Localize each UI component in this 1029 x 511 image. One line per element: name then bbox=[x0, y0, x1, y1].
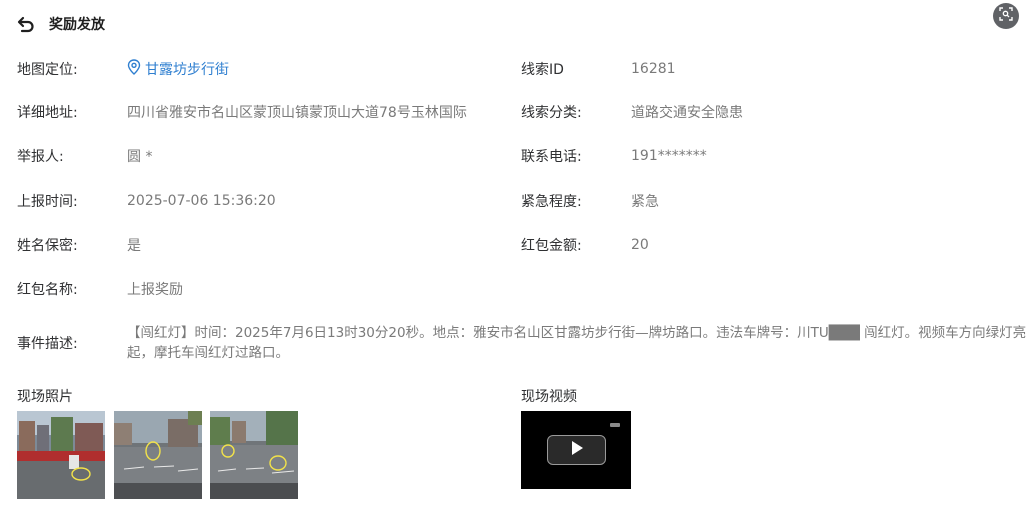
play-button[interactable] bbox=[547, 435, 606, 465]
field-clue-id: 线索ID 16281 bbox=[521, 59, 676, 79]
field-phone: 联系电话: 191******* bbox=[521, 146, 707, 166]
redpacket-name-value: 上报奖励 bbox=[127, 282, 183, 298]
field-event-description: 事件描述: 【闯红灯】时间：2025年7月6日13时30分20秒。地点：雅安市名… bbox=[17, 323, 1027, 363]
scene-photo-3[interactable] bbox=[210, 411, 298, 499]
urgency-value: 紧急 bbox=[631, 194, 659, 210]
field-label: 联系电话: bbox=[521, 149, 582, 165]
phone-value: 191******* bbox=[631, 148, 707, 164]
field-label: 红包名称: bbox=[17, 282, 78, 298]
field-detail-address: 详细地址: 四川省雅安市名山区蒙顶山镇蒙顶山大道78号玉林国际 bbox=[17, 102, 467, 122]
scene-video[interactable] bbox=[521, 411, 631, 489]
event-description-text: 【闯红灯】时间：2025年7月6日13时30分20秒。地点：雅安市名山区甘露坊步… bbox=[127, 325, 1027, 361]
page-title: 奖励发放 bbox=[49, 17, 105, 33]
map-location-link[interactable]: 甘露坊步行街 bbox=[127, 59, 229, 79]
page-header: 奖励发放 bbox=[17, 14, 105, 34]
reporter-value: 圆 * bbox=[127, 149, 153, 165]
field-label: 事件描述: bbox=[17, 336, 78, 352]
field-label: 姓名保密: bbox=[17, 238, 78, 254]
video-indicator bbox=[610, 423, 620, 427]
redpacket-amount-value: 20 bbox=[631, 237, 649, 253]
clue-category-value: 道路交通安全隐患 bbox=[631, 105, 743, 121]
photos-section-title: 现场照片 bbox=[17, 389, 73, 405]
map-location-text: 甘露坊步行街 bbox=[145, 62, 229, 78]
field-report-time: 上报时间: 2025-07-06 15:36:20 bbox=[17, 191, 276, 211]
field-map-location: 地图定位: 甘露坊步行街 bbox=[17, 59, 229, 79]
field-label: 线索ID bbox=[521, 62, 564, 78]
report-time-value: 2025-07-06 15:36:20 bbox=[127, 193, 276, 209]
field-label: 举报人: bbox=[17, 149, 64, 165]
field-clue-category: 线索分类: 道路交通安全隐患 bbox=[521, 102, 743, 122]
field-label: 地图定位: bbox=[17, 62, 78, 78]
field-label: 红包金额: bbox=[521, 238, 582, 254]
scene-photo-2[interactable] bbox=[114, 411, 202, 499]
field-label: 紧急程度: bbox=[521, 194, 582, 210]
field-redpacket-name: 红包名称: 上报奖励 bbox=[17, 279, 183, 299]
field-name-secret: 姓名保密: 是 bbox=[17, 235, 141, 255]
field-label: 详细地址: bbox=[17, 105, 78, 121]
field-reporter: 举报人: 圆 * bbox=[17, 146, 152, 166]
field-label: 上报时间: bbox=[17, 194, 78, 210]
field-urgency: 紧急程度: 紧急 bbox=[521, 191, 659, 211]
field-redpacket-amount: 红包金额: 20 bbox=[521, 235, 649, 255]
back-arrow-icon[interactable] bbox=[17, 15, 35, 33]
play-icon bbox=[570, 440, 584, 460]
name-secret-value: 是 bbox=[127, 238, 141, 254]
videos-section-title: 现场视频 bbox=[521, 389, 577, 405]
scene-photo-1[interactable] bbox=[17, 411, 105, 499]
fullscreen-button[interactable] bbox=[993, 3, 1019, 29]
field-label: 线索分类: bbox=[521, 105, 582, 121]
fullscreen-icon bbox=[999, 7, 1013, 25]
clue-id-value: 16281 bbox=[631, 61, 676, 77]
location-pin-icon bbox=[127, 59, 145, 79]
detail-address-value: 四川省雅安市名山区蒙顶山镇蒙顶山大道78号玉林国际 bbox=[127, 105, 467, 121]
